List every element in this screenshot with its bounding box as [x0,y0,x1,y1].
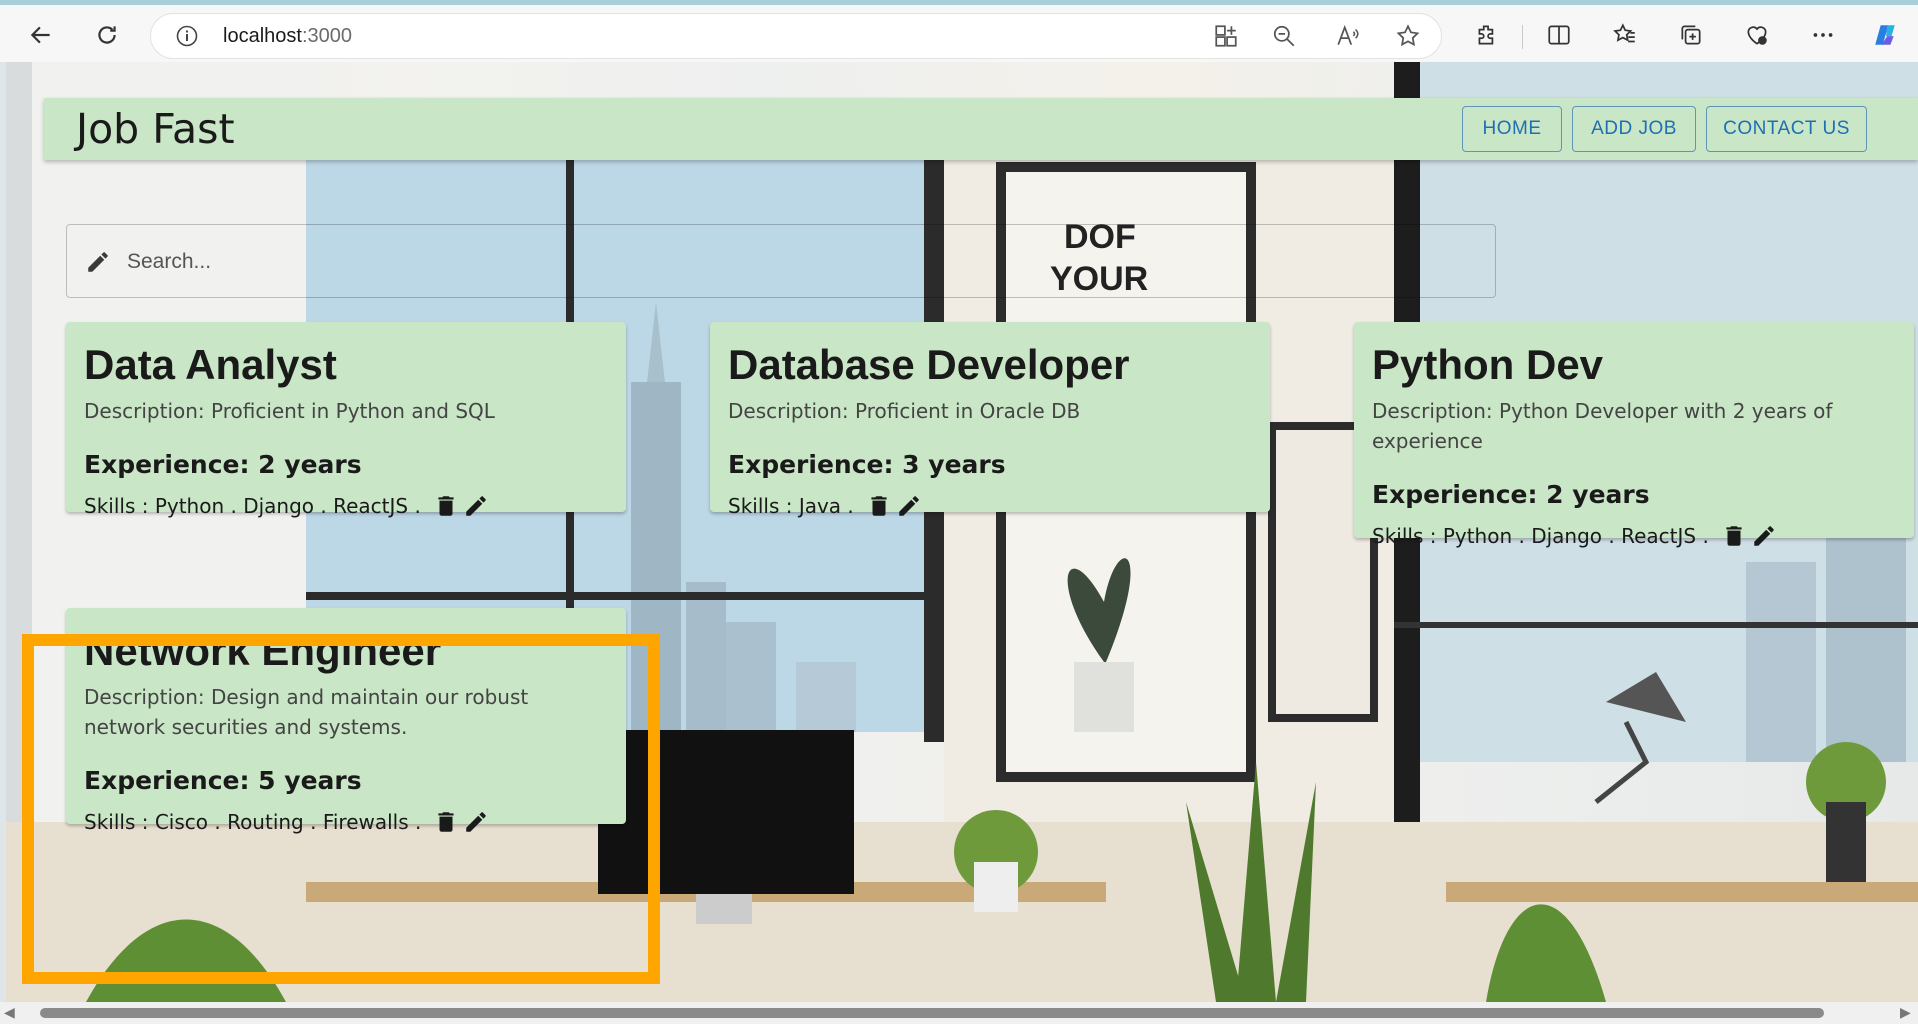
copilot-icon[interactable] [1868,18,1902,52]
nav-add-job-button[interactable]: ADD JOB [1572,106,1696,152]
job-description: Description: Proficient in Python and SQ… [84,399,495,423]
job-card-database-developer: Database Developer Description: Proficie… [710,322,1270,518]
search-box[interactable] [66,224,1496,298]
edit-pencil-icon[interactable] [896,492,922,520]
job-card-data-analyst: Data Analyst Description: Proficient in … [66,322,626,518]
info-icon[interactable] [175,24,199,48]
job-skills: Skills : Java . [728,494,854,518]
job-experience: Experience: 2 years [1372,480,1650,509]
address-bar[interactable]: localhost:3000 [150,13,1442,59]
job-card-python-dev: Python Dev Description: Python Developer… [1354,322,1914,548]
page-viewport: DOF YOUR Job Fast HOME ADD JOB CONTACT U… [6,62,1918,1002]
favorites-icon[interactable] [1608,18,1642,52]
scroll-right-icon[interactable]: ▶ [1900,1005,1914,1021]
extensions-icon[interactable] [1470,18,1504,52]
toolbar-separator [1522,25,1523,49]
job-experience: Experience: 5 years [84,766,362,795]
scrollbar-thumb[interactable] [40,1008,1824,1018]
url-text: localhost:3000 [223,25,352,47]
job-description: Description: Proficient in Oracle DB [728,399,1081,423]
back-icon[interactable] [24,18,58,52]
job-skills: Skills : Python . Django . ReactJS . [84,494,421,518]
zoom-out-icon[interactable] [1271,23,1299,51]
more-options-icon[interactable] [1806,18,1840,52]
scroll-left-icon[interactable]: ◀ [4,1005,18,1021]
job-title: Database Developer [728,341,1130,388]
browser-toolbar: localhost:3000 [0,0,1918,62]
job-skills: Skills : Cisco . Routing . Firewalls . [84,810,422,834]
delete-icon[interactable] [433,808,459,836]
nav-contact-us-button[interactable]: CONTACT US [1706,106,1867,152]
read-aloud-icon[interactable] [1335,23,1363,51]
horizontal-scrollbar[interactable]: ◀ ▶ [0,1002,1918,1024]
delete-icon[interactable] [1721,522,1747,550]
split-screen-icon[interactable] [1542,18,1576,52]
job-title: Network Engineer [84,627,442,674]
favorite-star-icon[interactable] [1395,23,1423,51]
job-title: Data Analyst [84,341,337,388]
job-card-network-engineer: Network Engineer Description: Design and… [66,608,626,834]
browser-essentials-icon[interactable] [1740,18,1774,52]
delete-icon[interactable] [866,492,892,520]
edit-pencil-icon[interactable] [463,808,489,836]
job-experience: Experience: 2 years [84,450,362,479]
job-title: Python Dev [1372,341,1604,388]
brand-title[interactable]: Job Fast [76,105,235,153]
apps-icon[interactable] [1213,23,1241,51]
job-experience: Experience: 3 years [728,450,1006,479]
collections-icon[interactable] [1674,18,1708,52]
nav-home-button[interactable]: HOME [1462,106,1562,152]
delete-icon[interactable] [433,492,459,520]
reload-icon[interactable] [90,18,124,52]
job-skills: Skills : Python . Django . ReactJS . [1372,524,1709,548]
job-description: Description: Python Developer with 2 yea… [1372,399,1833,453]
pencil-icon [85,249,111,275]
edit-pencil-icon[interactable] [463,492,489,520]
search-input[interactable] [125,243,1469,281]
app-navbar: Job Fast HOME ADD JOB CONTACT US [44,98,1918,160]
edit-pencil-icon[interactable] [1751,522,1777,550]
job-description: Description: Design and maintain our rob… [84,685,529,739]
